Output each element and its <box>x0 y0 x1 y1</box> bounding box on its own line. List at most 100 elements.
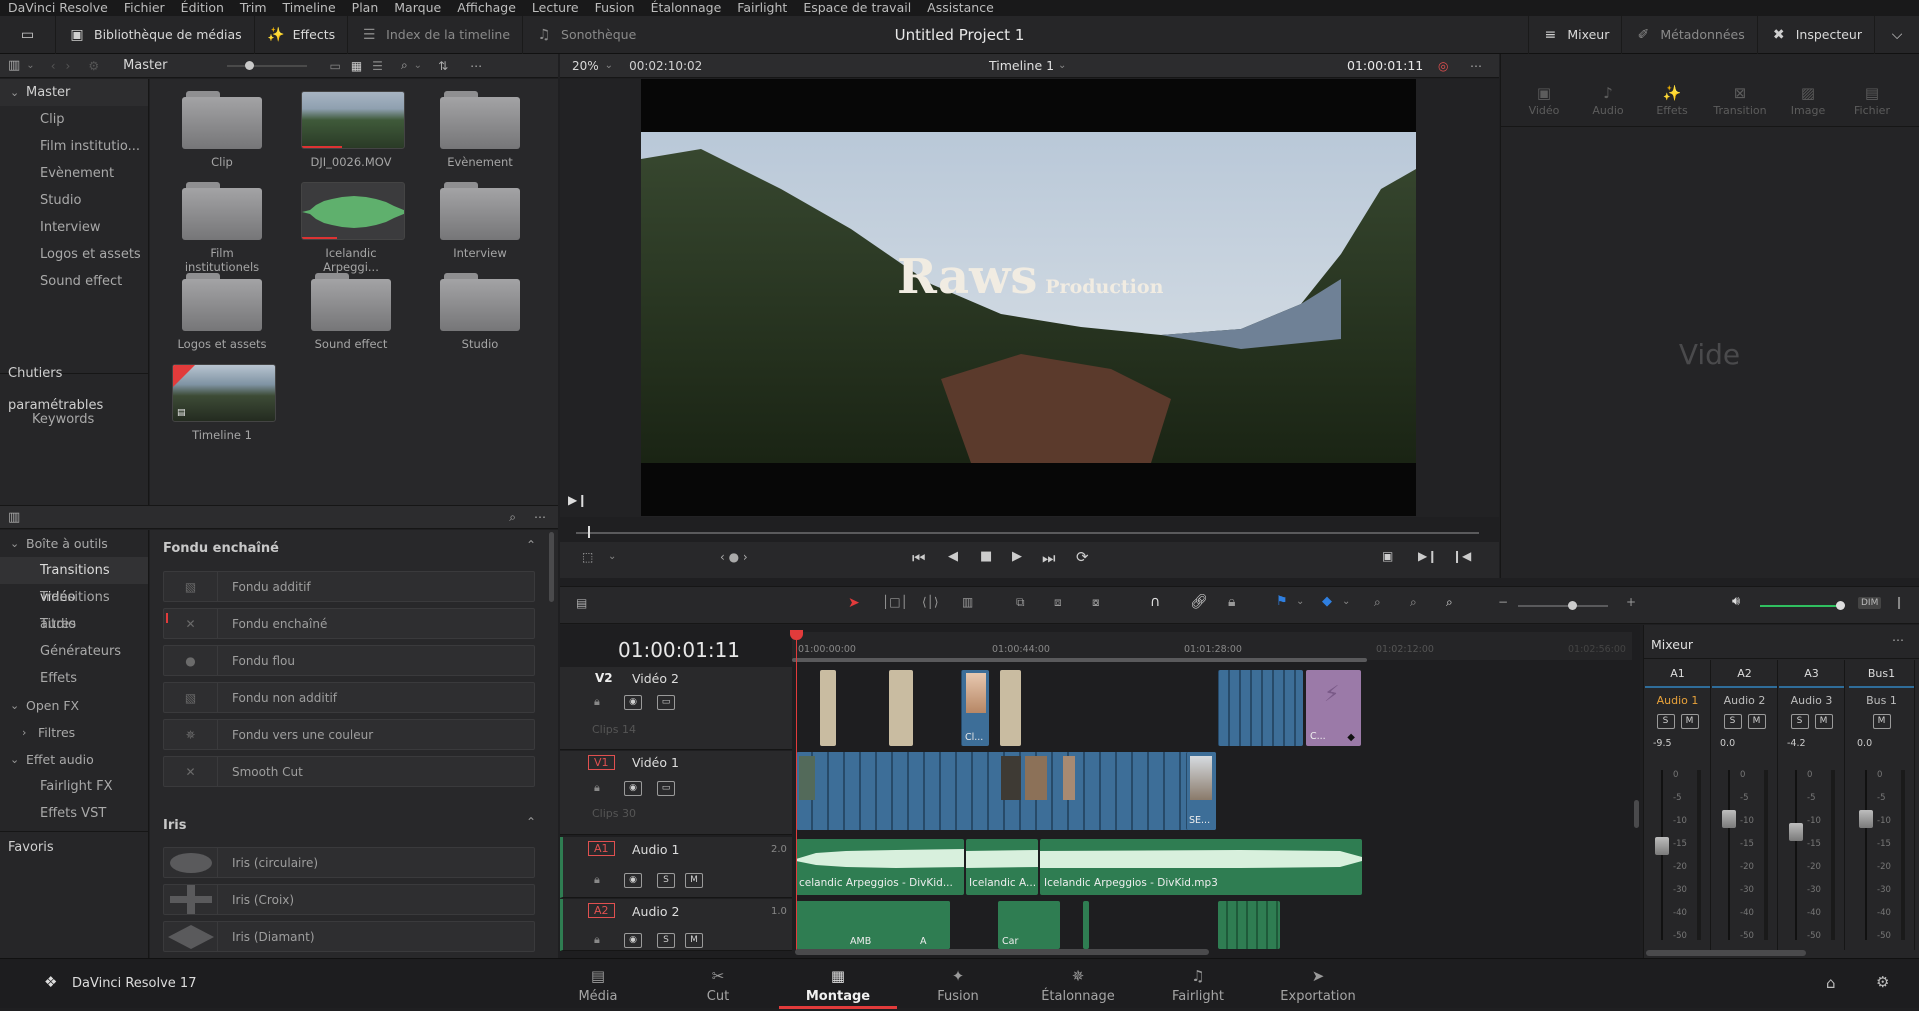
chevron-down-icon[interactable]: ⌄ <box>608 551 616 562</box>
v2-clip[interactable]: Cl... <box>961 670 989 746</box>
page-tab-color[interactable]: ✵ Étalonnage <box>1019 959 1137 1011</box>
viewer-frame[interactable]: Raws Production <box>641 79 1416 516</box>
solo-button[interactable]: S <box>1656 714 1675 729</box>
menu-fairlight[interactable]: Fairlight <box>729 0 795 16</box>
sound-library-button[interactable]: ♫ Sonothèque <box>523 16 648 54</box>
jog-control-icon[interactable]: ‹ ● › <box>720 550 748 564</box>
replace-clip-icon[interactable]: ⧇ <box>1092 595 1100 610</box>
timeline-v-scrollbar[interactable] <box>1634 800 1639 828</box>
overwrite-clip-icon[interactable]: ⧈ <box>1054 595 1062 610</box>
panel-toggle-icon[interactable]: ❙ <box>1894 595 1904 609</box>
track-header-v1[interactable]: V1 Vidéo 1 🔒︎ ◉ ▭ Clips 30 <box>560 751 792 835</box>
auto-select-icon[interactable]: ◉ <box>624 781 642 796</box>
chevron-right-icon[interactable]: › <box>22 719 38 746</box>
menu-clip[interactable]: Plan <box>344 0 387 16</box>
sidebar-toggle-icon[interactable]: ▥ <box>8 58 20 73</box>
crop-icon[interactable]: ⬚ <box>582 550 593 564</box>
expand-button[interactable]: ⌵ <box>1875 16 1919 54</box>
media-library-button[interactable]: ▣ Bibliothèque de médias <box>56 15 255 54</box>
mute-button[interactable]: M <box>1872 714 1891 729</box>
selection-tool-icon[interactable]: ➤ <box>848 595 860 611</box>
home-icon[interactable]: ⌂ <box>1826 974 1836 992</box>
solo-button[interactable]: S <box>1723 714 1742 729</box>
zoom-detail-icon[interactable]: ⌕ <box>1410 595 1417 610</box>
slider-knob[interactable] <box>1568 601 1577 610</box>
menu-davinci[interactable]: DaVinci Resolve <box>0 0 116 16</box>
bin-item[interactable]: Clip <box>0 106 148 133</box>
thumbnail-size-slider[interactable] <box>227 60 308 70</box>
mixer-fader-track[interactable] <box>1795 770 1797 940</box>
inspector-tab-audio[interactable]: ♪ Audio <box>1578 84 1638 117</box>
mute-button[interactable]: M <box>1747 714 1766 729</box>
bin-item[interactable]: Studio <box>0 187 148 214</box>
track-header-a1[interactable]: A1 Audio 1 2.0 🔒︎ ◉ S M <box>560 837 792 898</box>
more-options-icon[interactable]: ⋯ <box>1470 59 1482 73</box>
chevron-down-icon[interactable]: ⌄ <box>10 746 26 773</box>
timeline-name[interactable]: Timeline 1 <box>989 58 1054 73</box>
speaker-icon[interactable]: 🔊︎ <box>1732 594 1740 609</box>
color-wheel-icon[interactable]: ◎ <box>1438 59 1448 73</box>
v2-clip[interactable] <box>820 670 836 746</box>
folder-interview[interactable]: Interview <box>430 182 530 260</box>
tree-video-transitions[interactable]: Transitions vidéo <box>0 557 148 605</box>
forward-icon[interactable]: › <box>66 59 71 73</box>
solo-button[interactable]: S <box>657 873 675 888</box>
track-visibility-icon[interactable]: ▭ <box>657 695 675 710</box>
page-tab-cut[interactable]: ✂ Cut <box>659 959 777 1011</box>
menu-color[interactable]: Étalonnage <box>643 0 730 16</box>
inspector-tab-effects[interactable]: ✨ Effets <box>1642 84 1702 117</box>
chevron-down-icon[interactable]: ⌄ <box>10 530 26 557</box>
more-options-icon[interactable]: ⋯ <box>470 59 482 73</box>
timeline-h-scrollbar[interactable] <box>795 949 1209 955</box>
effect-dip-to-color[interactable]: ✵ Fondu vers une couleur <box>163 719 535 750</box>
track-header-a2[interactable]: A2 Audio 2 1.0 🔒︎ ◉ S M <box>560 899 792 951</box>
effect-additive-dissolve[interactable]: ▧ Fondu additif <box>163 571 535 602</box>
inspector-tab-transition[interactable]: ⊠ Transition <box>1710 84 1770 117</box>
menu-timeline[interactable]: Timeline <box>275 0 344 16</box>
folder-sound-effect[interactable]: Sound effect <box>301 273 401 351</box>
page-tab-edit[interactable]: ▦ Montage <box>779 959 897 1009</box>
snapping-icon[interactable]: ∩ <box>1150 594 1160 610</box>
play-overlay-icon[interactable]: ▶❙ <box>568 493 587 507</box>
go-to-end-icon[interactable]: ⏭ <box>1042 549 1056 567</box>
dim-button[interactable]: DIM <box>1858 597 1882 609</box>
search-icon[interactable]: ⌕ <box>401 58 408 73</box>
zoom-in-icon[interactable]: + <box>1626 595 1636 609</box>
track-header-v2[interactable]: V2 Vidéo 2 🔒︎ ◉ ▭ Clips 14 <box>560 667 792 750</box>
bin-item[interactable]: Sound effect <box>0 268 148 295</box>
sort-icon[interactable]: ⇅ <box>438 59 448 73</box>
viewer-scrubber[interactable] <box>576 532 1479 534</box>
auto-select-icon[interactable]: ◉ <box>624 933 642 948</box>
auto-select-icon[interactable]: ◉ <box>624 695 642 710</box>
v2-clip[interactable] <box>1000 670 1021 746</box>
collapse-icon[interactable]: ⌃ <box>526 815 536 829</box>
lock-icon[interactable]: 🔒︎ <box>594 873 600 887</box>
inspector-tab-file[interactable]: ▤ Fichier <box>1842 84 1902 117</box>
zoom-out-icon[interactable]: − <box>1498 595 1508 609</box>
search-icon[interactable]: ⌕ <box>509 510 516 525</box>
effect-cross-dissolve[interactable]: ✕ Fondu enchaîné <box>163 608 535 639</box>
mixer-button[interactable]: ≡ Mixeur <box>1528 15 1623 54</box>
v2-clip-group[interactable] <box>1218 670 1303 746</box>
marker-icon[interactable]: ◆ <box>1322 594 1332 609</box>
tree-generators[interactable]: Générateurs <box>0 638 148 665</box>
v1-clip-end[interactable]: SE... <box>1186 752 1216 830</box>
effect-blur-dissolve[interactable]: ● Fondu flou <box>163 645 535 676</box>
tree-audio-effects[interactable]: ⌄ Effet audio <box>0 746 148 773</box>
tree-fairlight-fx[interactable]: Fairlight FX <box>0 773 148 800</box>
tree-filters[interactable]: › Filtres <box>0 719 148 746</box>
tree-openfx[interactable]: ⌄ Open FX <box>0 692 148 719</box>
zoom-custom-icon[interactable]: ⌕ <box>1446 595 1453 610</box>
effect-iris-circle[interactable]: Iris (circulaire) <box>163 847 535 878</box>
collapse-icon[interactable]: ⌃ <box>526 538 536 552</box>
match-frame-icon[interactable]: ▣ <box>1382 549 1393 563</box>
solo-button[interactable]: S <box>657 933 675 948</box>
loop-icon[interactable]: ⟳ <box>1076 548 1089 566</box>
go-to-start-icon[interactable]: ⏮ <box>912 549 926 567</box>
menu-mark[interactable]: Marque <box>386 0 449 16</box>
sidebar-toggle-icon[interactable]: ▥ <box>8 510 20 525</box>
favorites-header[interactable]: Favoris <box>0 832 148 864</box>
mixer-fader-knob[interactable] <box>1859 809 1873 828</box>
timeline-zoom-slider[interactable] <box>1518 601 1608 610</box>
page-tab-media[interactable]: ▤ Média <box>539 959 657 1011</box>
